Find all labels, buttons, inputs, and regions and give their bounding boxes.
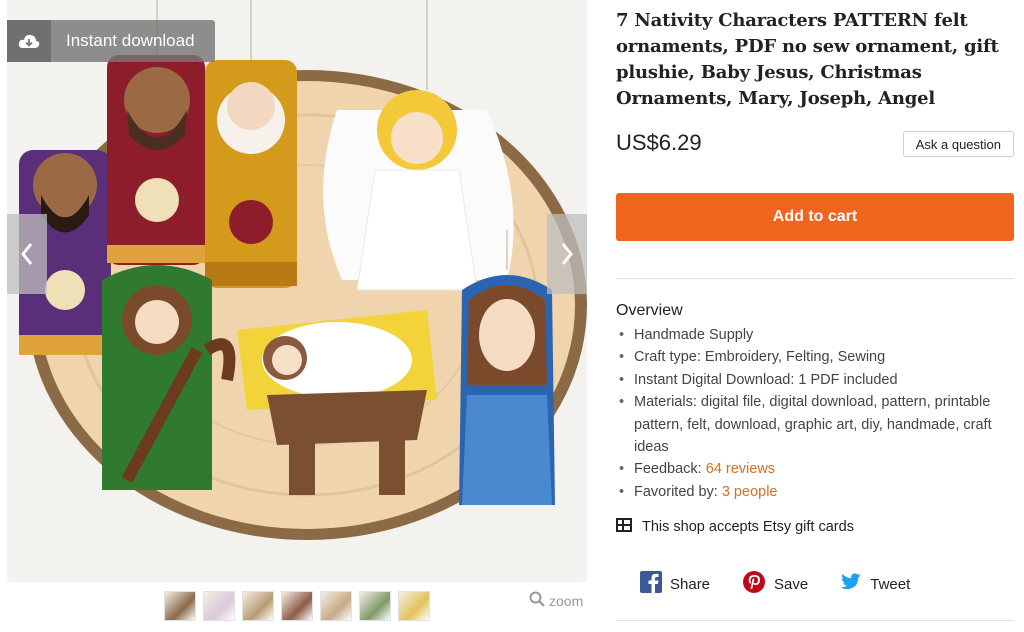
facebook-icon xyxy=(640,571,662,597)
previous-image-button[interactable] xyxy=(7,214,47,294)
reviews-link[interactable]: 64 reviews xyxy=(706,461,775,477)
thumbnail-5[interactable] xyxy=(320,591,352,621)
list-item: Materials: digital file, digital downloa… xyxy=(616,391,1016,458)
feedback-item: Feedback: 64 reviews xyxy=(616,458,1016,481)
product-main-image[interactable]: Instant download xyxy=(7,0,587,582)
list-item: Craft type: Embroidery, Felting, Sewing xyxy=(616,346,1016,369)
overview-heading: Overview xyxy=(616,302,683,319)
gift-card-notice: This shop accepts Etsy gift cards xyxy=(616,518,854,536)
cloud-download-icon xyxy=(7,20,51,62)
next-image-button[interactable] xyxy=(547,214,587,294)
thumbnail-1[interactable] xyxy=(164,591,196,621)
share-row: Share Save Tweet xyxy=(640,570,942,598)
pinterest-icon xyxy=(742,570,766,598)
twitter-tweet-button[interactable]: Tweet xyxy=(840,573,910,595)
favorited-item: Favorited by: 3 people xyxy=(616,481,1016,504)
overview-list: Handmade Supply Craft type: Embroidery, … xyxy=(616,324,1016,504)
thumbnail-6[interactable] xyxy=(359,591,391,621)
favorited-label: Favorited by: xyxy=(634,483,722,500)
price-row: US$6.29 Ask a question xyxy=(616,124,1016,174)
thumbnail-7[interactable] xyxy=(398,591,430,621)
facebook-share-label: Share xyxy=(670,575,711,593)
thumbnail-4[interactable] xyxy=(281,591,313,621)
magnifier-icon xyxy=(529,591,545,610)
ask-question-button[interactable]: Ask a question xyxy=(902,131,1014,157)
pinterest-save-button[interactable]: Save xyxy=(742,570,808,598)
image-gallery: Instant download zoom xyxy=(7,0,587,632)
listing-info: 7 Nativity Characters PATTERN felt ornam… xyxy=(616,0,1016,174)
thumbnail-2[interactable] xyxy=(203,591,235,621)
instant-download-label: Instant download xyxy=(66,31,195,50)
chevron-left-icon xyxy=(20,242,34,266)
gift-card-icon xyxy=(616,518,632,536)
zoom-button[interactable]: zoom xyxy=(529,591,583,610)
list-item: Handmade Supply xyxy=(616,324,1016,347)
instant-download-badge: Instant download xyxy=(7,20,215,62)
listing-price: US$6.29 xyxy=(616,130,702,155)
gift-card-text: This shop accepts Etsy gift cards xyxy=(642,519,854,535)
zoom-label: zoom xyxy=(549,592,584,609)
facebook-share-button[interactable]: Share xyxy=(640,571,710,597)
favorited-link[interactable]: 3 people xyxy=(722,484,778,500)
feedback-label: Feedback: xyxy=(634,461,706,478)
chevron-right-icon xyxy=(560,242,574,266)
divider xyxy=(616,278,1014,279)
divider xyxy=(616,620,1014,621)
overview-section: Overview Handmade Supply Craft type: Emb… xyxy=(616,302,1016,504)
listing-title: 7 Nativity Characters PATTERN felt ornam… xyxy=(616,10,999,109)
nativity-ornaments-photo xyxy=(7,0,587,582)
list-item: Instant Digital Download: 1 PDF included xyxy=(616,369,1016,392)
twitter-tweet-label: Tweet xyxy=(870,575,911,593)
add-to-cart-button[interactable]: Add to cart xyxy=(616,193,1014,241)
pinterest-save-label: Save xyxy=(774,575,809,593)
thumbnail-3[interactable] xyxy=(242,591,274,621)
twitter-icon xyxy=(840,573,862,595)
thumbnail-strip xyxy=(164,591,430,621)
